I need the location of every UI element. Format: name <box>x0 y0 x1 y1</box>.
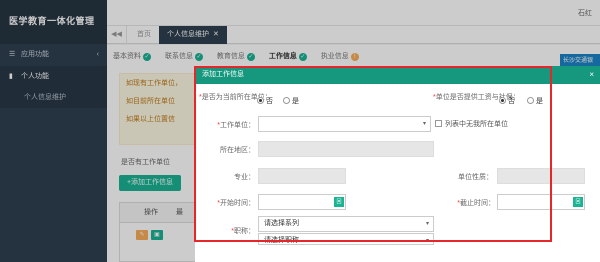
start-date-input[interactable]: 回 <box>258 194 346 210</box>
pays-yes-radio[interactable]: 是 <box>527 96 543 106</box>
unit-label: *工作单位： <box>217 122 255 129</box>
caret-down-icon: ▾ <box>422 121 426 127</box>
label-text: 开始时间： <box>220 200 255 207</box>
no-unit-checkbox[interactable]: 列表中无我所在单位 <box>435 119 508 129</box>
modal-header: 添加工作信息 × <box>195 66 600 84</box>
dept-label: 专业： <box>234 174 255 181</box>
pays-no-radio[interactable]: 否 <box>499 96 515 106</box>
is-current-yes-radio[interactable]: 是 <box>283 96 299 106</box>
is-current-label: *是否为当前所在单位： <box>199 94 272 101</box>
dept-field <box>258 168 346 184</box>
end-date-input[interactable]: 回 <box>497 194 585 210</box>
modal-title: 添加工作信息 <box>202 71 244 78</box>
title-label: *职称： <box>231 228 255 235</box>
radio-dot <box>283 97 290 104</box>
radio-dot <box>257 97 264 104</box>
add-work-modal: 添加工作信息 × *是否为当前所在单位： 否 是 *单位是否提供工资与社保： 否… <box>195 66 600 262</box>
close-icon[interactable]: × <box>589 66 594 84</box>
checkbox-label: 列表中无我所在单位 <box>445 121 508 128</box>
pays-label: *单位是否提供工资与社保： <box>433 94 520 101</box>
calendar-icon[interactable]: 回 <box>573 197 583 207</box>
nature-field <box>497 168 585 184</box>
modal-body: *是否为当前所在单位： 否 是 *单位是否提供工资与社保： 否 是 *工作单位：… <box>195 84 600 262</box>
caret-down-icon: ▾ <box>425 221 429 227</box>
unit-select[interactable]: ▾ <box>258 116 431 132</box>
nature-label: 单位性质： <box>458 174 493 181</box>
field-value: 请选择职称 <box>264 237 299 244</box>
label-text: 职称： <box>234 228 255 235</box>
radio-dot <box>527 97 534 104</box>
label-text: 截止时间： <box>460 200 495 207</box>
region-label: 所在地区： <box>220 147 255 154</box>
title-series-select[interactable]: 请选择系列 ▾ <box>258 216 434 232</box>
field-value: 请选择系列 <box>264 220 299 227</box>
radio-label: 否 <box>508 98 515 105</box>
calendar-icon[interactable]: 回 <box>334 197 344 207</box>
start-label: *开始时间： <box>217 200 255 207</box>
end-label: *截止时间： <box>457 200 495 207</box>
radio-dot <box>499 97 506 104</box>
radio-label: 是 <box>536 98 543 105</box>
is-current-no-radio[interactable]: 否 <box>257 96 273 106</box>
checkbox-box <box>435 120 442 127</box>
radio-label: 是 <box>292 98 299 105</box>
title-grade-select[interactable]: 请选择职称 ▾ <box>258 233 434 245</box>
region-field <box>258 141 434 157</box>
caret-down-icon: ▾ <box>425 238 429 244</box>
label-text: 工作单位： <box>220 122 255 129</box>
radio-label: 否 <box>266 98 273 105</box>
